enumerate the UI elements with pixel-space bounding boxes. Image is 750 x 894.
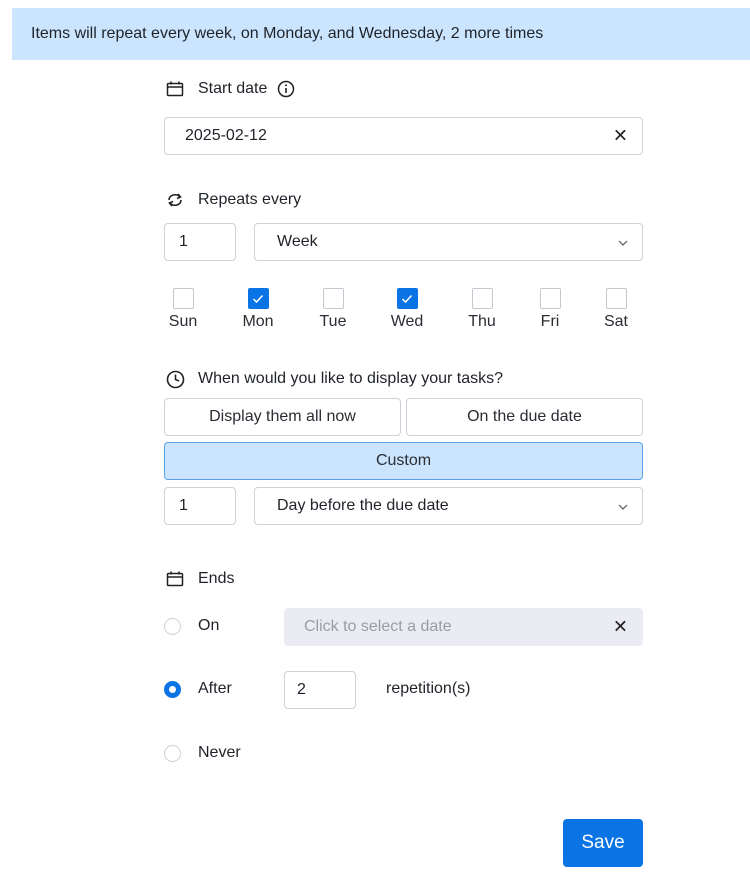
ends-label: Ends xyxy=(198,570,235,587)
day-checkbox[interactable] xyxy=(605,288,627,309)
calendar-icon xyxy=(165,569,185,589)
day-label: Wed xyxy=(390,313,424,330)
repeat-summary-banner: Items will repeat every week, on Monday,… xyxy=(12,8,750,60)
custom-unit-select[interactable]: Day before the due date xyxy=(254,487,643,525)
chevron-down-icon xyxy=(618,497,628,515)
custom-amount-value: 1 xyxy=(179,497,188,514)
display-all-now-button[interactable]: Display them all now xyxy=(164,398,401,436)
display-label: When would you like to display your task… xyxy=(198,370,504,387)
on-due-date-button[interactable]: On the due date xyxy=(406,398,643,436)
ends-on-label: On xyxy=(198,617,220,634)
repeat-summary-text: Items will repeat every week, on Monday,… xyxy=(31,25,544,42)
save-button[interactable]: Save xyxy=(563,819,643,867)
day-label: Thu xyxy=(468,313,496,330)
checkmark-icon xyxy=(252,294,264,303)
start-date-input[interactable]: 2025-02-12 ✕ xyxy=(164,117,643,155)
day-option-mon[interactable]: Mon xyxy=(238,288,278,331)
ends-on-radio[interactable] xyxy=(164,618,181,635)
day-option-thu[interactable]: Thu xyxy=(462,288,502,331)
day-option-fri[interactable]: Fri xyxy=(530,288,570,331)
repeats-label-row: Repeats every xyxy=(165,190,301,210)
custom-button[interactable]: Custom xyxy=(164,442,643,480)
ends-after-label: After xyxy=(198,680,232,697)
start-date-label-row: Start date xyxy=(165,79,295,99)
day-label: Fri xyxy=(540,313,560,330)
custom-unit-value: Day before the due date xyxy=(277,497,449,514)
day-option-sat[interactable]: Sat xyxy=(596,288,636,331)
repeat-unit-value: Week xyxy=(277,233,318,250)
ends-never-label: Never xyxy=(198,744,241,761)
repeat-unit-select[interactable]: Week xyxy=(254,223,643,261)
repeats-label: Repeats every xyxy=(198,191,302,208)
day-checkbox[interactable] xyxy=(396,288,418,309)
clock-icon xyxy=(165,369,185,389)
start-date-label: Start date xyxy=(198,80,268,97)
clear-end-date-icon[interactable]: ✕ xyxy=(613,617,628,638)
day-option-wed[interactable]: Wed xyxy=(387,288,427,331)
day-label: Mon xyxy=(242,313,274,330)
day-checkbox[interactable] xyxy=(247,288,269,309)
repetition-count-input[interactable]: 2 xyxy=(284,671,356,709)
ends-never-radio[interactable] xyxy=(164,745,181,762)
repeat-interval-value: 1 xyxy=(179,233,188,250)
repetitions-suffix: repetition(s) xyxy=(386,680,471,697)
repeat-interval-input[interactable]: 1 xyxy=(164,223,236,261)
custom-amount-input[interactable]: 1 xyxy=(164,487,236,525)
end-date-placeholder: Click to select a date xyxy=(304,618,452,635)
day-option-sun[interactable]: Sun xyxy=(163,288,203,331)
day-checkbox[interactable] xyxy=(172,288,194,309)
repetition-count-value: 2 xyxy=(297,681,306,698)
clear-start-date-icon[interactable]: ✕ xyxy=(613,126,628,147)
checkmark-icon xyxy=(401,294,413,303)
day-checkbox[interactable] xyxy=(471,288,493,309)
day-label: Sat xyxy=(603,313,628,330)
day-checkbox[interactable] xyxy=(322,288,344,309)
repeat-icon xyxy=(165,190,185,210)
day-label: Sun xyxy=(168,313,198,330)
ends-label-row: Ends xyxy=(165,569,234,589)
ends-after-radio[interactable] xyxy=(164,681,181,698)
start-date-value: 2025-02-12 xyxy=(185,127,267,144)
info-icon[interactable] xyxy=(277,80,295,98)
day-option-tue[interactable]: Tue xyxy=(313,288,353,331)
day-checkbox[interactable] xyxy=(539,288,561,309)
display-label-row: When would you like to display your task… xyxy=(165,369,503,389)
day-label: Tue xyxy=(319,313,347,330)
calendar-icon xyxy=(165,79,185,99)
chevron-down-icon xyxy=(618,233,628,251)
end-date-input[interactable]: Click to select a date ✕ xyxy=(284,608,643,646)
